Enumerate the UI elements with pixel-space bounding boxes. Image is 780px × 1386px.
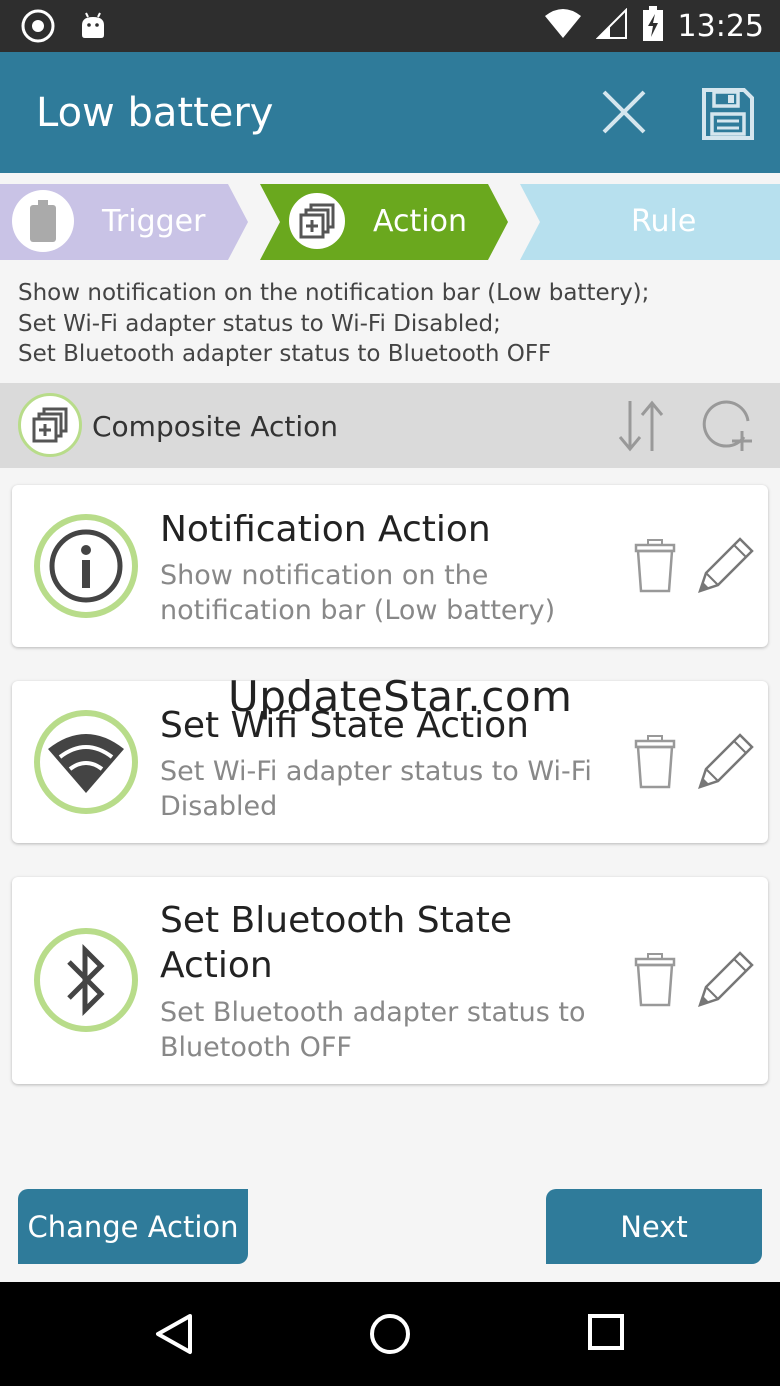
sort-button[interactable]	[612, 397, 670, 455]
recents-icon	[588, 1314, 624, 1350]
delete-button[interactable]	[634, 735, 676, 789]
delete-button[interactable]	[634, 953, 676, 1007]
action-icon-ring	[34, 928, 138, 1032]
status-bar: 13:25	[0, 0, 780, 52]
action-summary: Show notification on the notification ba…	[18, 278, 768, 370]
action-title: Set Bluetooth State Action	[160, 900, 513, 986]
step-trigger[interactable]: Trigger	[0, 184, 250, 260]
app-bar: Low battery	[0, 52, 780, 173]
step-action-label: Action	[373, 204, 467, 239]
step-rule-label: Rule	[631, 204, 697, 239]
delete-button[interactable]	[634, 539, 676, 593]
pencil-icon	[698, 537, 754, 593]
summary-line: Set Wi-Fi adapter status to Wi-Fi Disabl…	[18, 310, 501, 337]
action-description: Set Wi-Fi adapter status to Wi-Fi Disabl…	[160, 756, 592, 822]
composite-action-icon-circle	[18, 393, 82, 457]
edit-button[interactable]	[696, 731, 756, 791]
recents-button[interactable]	[586, 1312, 626, 1357]
summary-line: Show notification on the notification ba…	[18, 280, 650, 306]
battery-icon	[30, 200, 56, 242]
step-action[interactable]: Action	[260, 184, 510, 260]
pencil-icon	[698, 733, 754, 789]
close-button[interactable]	[598, 86, 650, 138]
action-card-bluetooth[interactable]: Set Bluetooth State Action Set Bluetooth…	[12, 877, 768, 1084]
home-button[interactable]	[368, 1312, 412, 1361]
step-rule[interactable]: Rule	[520, 184, 780, 260]
battery-charging-icon	[642, 6, 664, 47]
composite-action-bar: Composite Action	[0, 383, 780, 468]
edit-button[interactable]	[696, 949, 756, 1009]
close-icon	[602, 90, 646, 134]
home-icon	[370, 1314, 410, 1354]
action-icon-ring	[34, 710, 138, 814]
target-icon	[20, 8, 56, 49]
composite-action-icon	[32, 407, 68, 443]
next-button[interactable]: Next	[546, 1189, 762, 1264]
info-icon	[49, 529, 123, 603]
step-indicator: Trigger Action Rule	[0, 184, 780, 260]
action-icon-ring	[34, 514, 138, 618]
trash-icon	[634, 735, 676, 789]
action-card-notification[interactable]: Notification Action Show notification on…	[12, 485, 768, 647]
signal-icon	[595, 7, 628, 45]
wifi-icon	[48, 734, 124, 793]
bluetooth-icon	[67, 943, 105, 1017]
step-trigger-label: Trigger	[102, 204, 206, 239]
pencil-icon	[698, 951, 754, 1007]
trash-icon	[634, 953, 676, 1007]
page-title: Low battery	[36, 90, 274, 136]
change-action-button[interactable]: Change Action	[18, 1189, 248, 1264]
sort-icon	[618, 400, 664, 452]
action-description: Set Bluetooth adapter status to Bluetoot…	[160, 997, 586, 1063]
add-action-button[interactable]	[700, 397, 758, 455]
composite-action-icon	[299, 203, 335, 239]
android-icon	[78, 11, 108, 46]
composite-action-label: Composite Action	[92, 410, 339, 443]
add-circle-icon	[702, 400, 752, 451]
wifi-icon	[544, 8, 582, 45]
save-button[interactable]	[700, 86, 756, 142]
action-description: Show notification on the notification ba…	[160, 560, 556, 626]
step-action-circle	[286, 190, 348, 252]
action-title: Notification Action	[160, 509, 491, 550]
step-trigger-circle	[12, 190, 74, 252]
clock: 13:25	[677, 9, 764, 44]
watermark: UpdateStar.com	[228, 672, 573, 721]
summary-line: Set Bluetooth adapter status to Bluetoot…	[18, 341, 552, 367]
back-button[interactable]	[152, 1312, 196, 1361]
navigation-bar	[0, 1282, 780, 1386]
edit-button[interactable]	[696, 535, 756, 595]
save-icon	[702, 88, 754, 140]
back-icon	[156, 1314, 192, 1354]
trash-icon	[634, 539, 676, 593]
